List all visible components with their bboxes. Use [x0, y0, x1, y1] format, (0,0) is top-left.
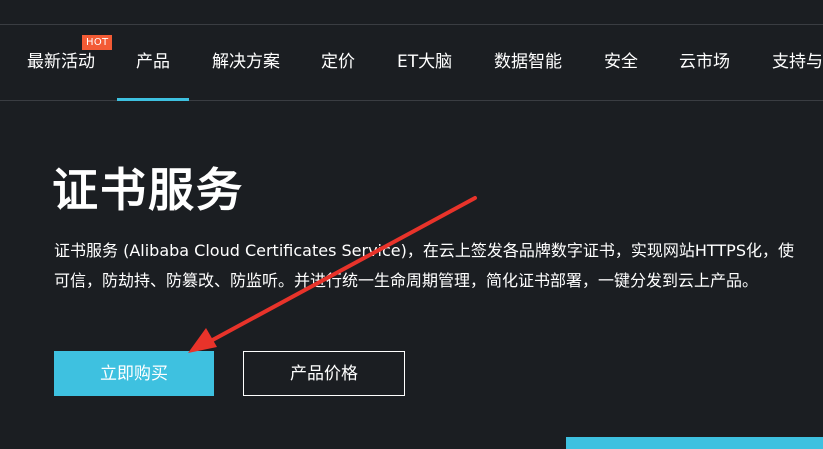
- main-nav: 最新活动 HOT 产品 解决方案 定价 ET大脑 数据智能 安全 云市场 支持与: [0, 25, 823, 101]
- hot-badge: HOT: [82, 35, 113, 50]
- product-pricing-button[interactable]: 产品价格: [243, 351, 405, 396]
- nav-item-support[interactable]: 支持与: [772, 25, 823, 100]
- hero-description-line-1: 证书服务 (Alibaba Cloud Certificates Service…: [54, 241, 794, 260]
- nav-item-products[interactable]: 产品: [117, 25, 189, 101]
- top-bar: [0, 0, 823, 25]
- page: 最新活动 HOT 产品 解决方案 定价 ET大脑 数据智能 安全 云市场 支持与…: [0, 0, 823, 449]
- nav-item-marketplace[interactable]: 云市场: [679, 25, 730, 100]
- page-title: 证书服务: [52, 163, 244, 217]
- nav-item-et-brain[interactable]: ET大脑: [397, 25, 452, 100]
- arrow-head: [188, 328, 217, 353]
- hero-description: 证书服务 (Alibaba Cloud Certificates Service…: [54, 236, 823, 296]
- bottom-tab-strip: [566, 437, 823, 449]
- nav-item-pricing[interactable]: 定价: [321, 25, 355, 100]
- hero-description-line-2: 可信，防劫持、防篡改、防监听。并进行统一生命周期管理，简化证书部署，一键分发到云…: [54, 271, 759, 290]
- nav-item-data-intelligence[interactable]: 数据智能: [494, 25, 562, 100]
- nav-item-solutions[interactable]: 解决方案: [212, 25, 280, 100]
- nav-item-security[interactable]: 安全: [604, 25, 638, 100]
- buy-now-button[interactable]: 立即购买: [54, 351, 214, 396]
